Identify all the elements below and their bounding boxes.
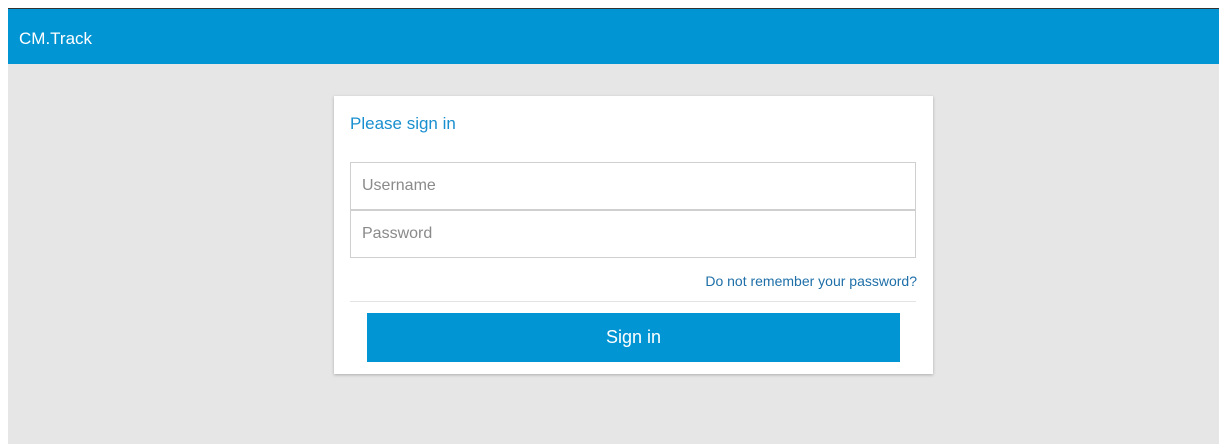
username-input[interactable] [350,162,916,210]
sign-in-button[interactable]: Sign in [367,313,900,362]
app-brand[interactable]: CM.Track [19,29,92,49]
app-header: CM.Track [8,9,1219,64]
app-viewport: CM.Track Please sign in Do not remember … [8,9,1219,444]
password-input[interactable] [350,210,916,258]
login-title: Please sign in [350,114,456,133]
login-divider [350,301,916,302]
forgot-password-link[interactable]: Do not remember your password? [705,273,917,289]
login-card: Please sign in Do not remember your pass… [334,96,933,374]
window-top-strip [0,0,1219,9]
